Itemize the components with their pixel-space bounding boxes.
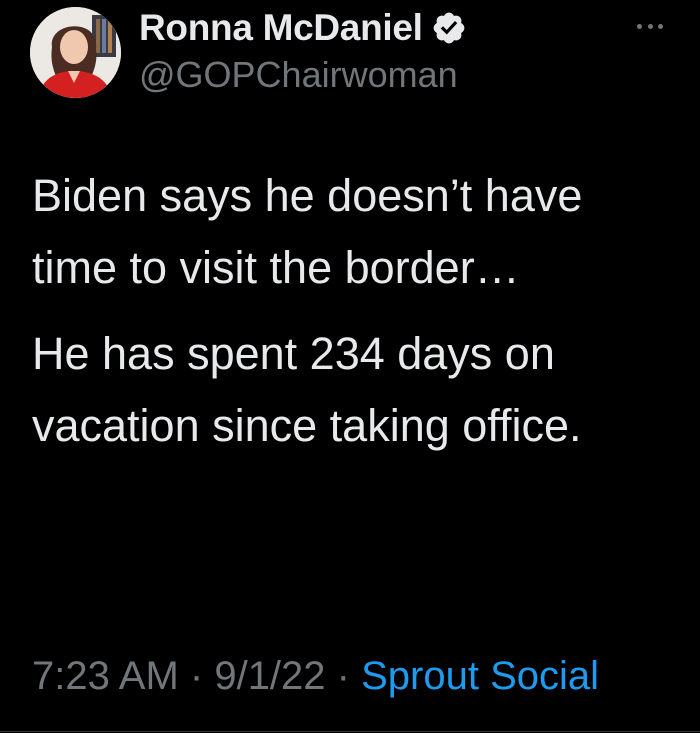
- tweet: Ronna McDaniel @GOPChairwoman Biden says…: [0, 0, 700, 733]
- author-handle[interactable]: @GOPChairwoman: [139, 54, 458, 96]
- tweet-time[interactable]: 7:23 AM: [32, 654, 179, 698]
- avatar[interactable]: [30, 7, 121, 98]
- verified-badge-icon: [431, 10, 467, 46]
- more-options-icon-dot: [658, 23, 663, 29]
- author-name-row: Ronna McDaniel: [139, 6, 467, 50]
- tweet-paragraph: Biden says he doesn’t have time to visit…: [32, 170, 583, 293]
- tweet-source-link[interactable]: Sprout Social: [361, 654, 599, 698]
- more-options-icon: [637, 23, 642, 29]
- meta-separator: ·: [189, 654, 215, 698]
- author-display-name[interactable]: Ronna McDaniel: [139, 7, 423, 49]
- more-options-button[interactable]: [633, 16, 667, 36]
- more-options-icon-dot: [647, 23, 653, 29]
- divider: [0, 731, 700, 732]
- profile-photo-icon: [30, 7, 121, 98]
- tweet-meta: 7:23 AM · 9/1/22 · Sprout Social: [32, 648, 599, 704]
- tweet-text: Biden says he doesn’t have time to visit…: [32, 160, 672, 462]
- tweet-paragraph: He has spent 234 days on vacation since …: [32, 328, 582, 451]
- tweet-date[interactable]: 9/1/22: [214, 654, 325, 698]
- meta-separator: ·: [336, 654, 362, 698]
